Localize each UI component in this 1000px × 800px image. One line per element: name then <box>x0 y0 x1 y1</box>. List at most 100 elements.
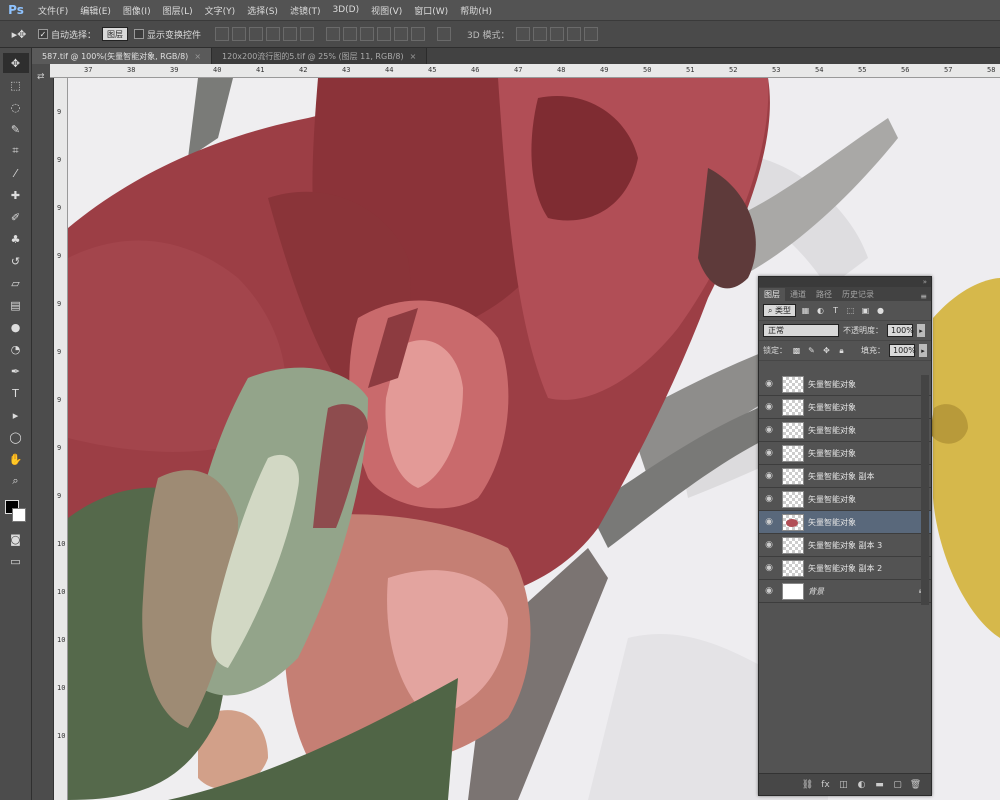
fill-slider-arrow-icon[interactable]: ▸ <box>919 344 927 357</box>
menu-filter[interactable]: 滤镜(T) <box>284 4 327 17</box>
distribute-right-icon[interactable] <box>411 27 426 41</box>
move-tool-preset-icon[interactable]: ▸✥ <box>6 24 32 44</box>
align-left-icon[interactable] <box>266 27 281 41</box>
tab-document-2[interactable]: 120x200流行图的5.tif @ 25% (图层 11, RGB/8) × <box>212 48 428 64</box>
align-bottom-icon[interactable] <box>249 27 264 41</box>
layer-row[interactable]: ◉ 矢量智能对象 副本 <box>759 465 931 488</box>
layer-row[interactable]: ◉ 矢量智能对象 <box>759 442 931 465</box>
pixel-filter-icon[interactable]: ▦ <box>800 305 811 316</box>
new-layer-icon[interactable]: ▢ <box>892 779 903 790</box>
align-vcenter-icon[interactable] <box>232 27 247 41</box>
layers-scrollbar[interactable] <box>921 375 929 605</box>
visibility-eye-icon[interactable]: ◉ <box>762 379 776 389</box>
layer-row[interactable]: ◉ 矢量智能对象 <box>759 511 931 534</box>
opacity-field[interactable]: 100% <box>887 324 914 337</box>
3d-slide-icon[interactable] <box>566 27 581 41</box>
color-swatches[interactable] <box>3 498 29 528</box>
shape-tool-icon[interactable]: ◯ <box>3 427 29 447</box>
visibility-eye-icon[interactable]: ◉ <box>762 540 776 550</box>
blend-mode-dropdown[interactable]: 正常 <box>763 324 839 337</box>
history-brush-tool-icon[interactable]: ↺ <box>3 251 29 271</box>
crop-tool-icon[interactable]: ⌗ <box>3 141 29 161</box>
dodge-tool-icon[interactable]: ◔ <box>3 339 29 359</box>
layer-row[interactable]: ◉ 矢量智能对象 <box>759 488 931 511</box>
layer-row[interactable]: ◉ 矢量智能对象 <box>759 419 931 442</box>
healing-brush-tool-icon[interactable]: ✚ <box>3 185 29 205</box>
visibility-eye-icon[interactable]: ◉ <box>762 471 776 481</box>
distribute-hcenter-icon[interactable] <box>394 27 409 41</box>
eyedropper-tool-icon[interactable]: ⁄ <box>3 163 29 183</box>
3d-drag-icon[interactable] <box>549 27 564 41</box>
filter-type-dropdown[interactable]: ⌕ 类型 <box>763 304 797 317</box>
visibility-eye-icon[interactable]: ◉ <box>762 402 776 412</box>
distribute-bottom-icon[interactable] <box>360 27 375 41</box>
marquee-tool-icon[interactable]: ⬚ <box>3 75 29 95</box>
3d-roll-icon[interactable] <box>532 27 547 41</box>
brush-tool-icon[interactable]: ✐ <box>3 207 29 227</box>
menu-layer[interactable]: 图层(L) <box>157 4 199 17</box>
menu-3d[interactable]: 3D(D) <box>326 5 365 15</box>
menu-select[interactable]: 选择(S) <box>241 4 284 17</box>
close-icon[interactable]: × <box>194 52 201 61</box>
3d-rotate-icon[interactable] <box>515 27 530 41</box>
background-color-swatch[interactable] <box>11 508 26 522</box>
close-icon[interactable]: × <box>410 52 417 61</box>
horizontal-ruler[interactable]: 37 38 39 40 41 42 43 44 45 46 47 48 49 50 51 52 53 54 55 56… <box>50 64 1000 78</box>
path-select-tool-icon[interactable]: ▸ <box>3 405 29 425</box>
move-tool-icon[interactable]: ✥ <box>2 53 29 73</box>
lock-position-icon[interactable]: ✥ <box>821 345 832 356</box>
hand-tool-icon[interactable]: ✋ <box>3 449 29 469</box>
panel-title-bar[interactable]: » <box>759 277 931 287</box>
layer-row[interactable]: ◉ 矢量智能对象 <box>759 373 931 396</box>
visibility-eye-icon[interactable]: ◉ <box>762 425 776 435</box>
new-group-icon[interactable]: ▬ <box>874 779 885 790</box>
auto-select-dropdown[interactable]: 图层 <box>102 27 129 41</box>
eraser-tool-icon[interactable]: ▱ <box>3 273 29 293</box>
clone-stamp-tool-icon[interactable]: ♣ <box>3 229 29 249</box>
tab-document-1[interactable]: 587.tif @ 100%(矢量智能对象, RGB/8) × <box>32 48 213 64</box>
menu-image[interactable]: 图像(I) <box>117 4 157 17</box>
3d-scale-icon[interactable] <box>583 27 598 41</box>
pen-tool-icon[interactable]: ✒ <box>3 361 29 381</box>
shape-filter-icon[interactable]: ⬚ <box>845 305 856 316</box>
type-tool-icon[interactable]: T <box>3 383 29 403</box>
screen-mode-icon[interactable]: ▭ <box>3 551 29 571</box>
layer-row[interactable]: ◉ 矢量智能对象 <box>759 396 931 419</box>
tab-channels[interactable]: 通道 <box>785 288 811 301</box>
distribute-top-icon[interactable] <box>326 27 341 41</box>
quick-mask-icon[interactable]: ◙ <box>3 529 29 549</box>
vertical-ruler[interactable]: 9 9 9 9 9 9 9 9 9 10 10 10 10 10 <box>54 78 68 800</box>
distribute-left-icon[interactable] <box>377 27 392 41</box>
align-right-icon[interactable] <box>300 27 315 41</box>
gradient-tool-icon[interactable]: ▤ <box>3 295 29 315</box>
blur-tool-icon[interactable]: ● <box>3 317 29 337</box>
layer-style-icon[interactable]: fx <box>820 779 831 790</box>
menu-type[interactable]: 文字(Y) <box>199 4 242 17</box>
layer-row[interactable]: ◉ 矢量智能对象 副本 3 <box>759 534 931 557</box>
lock-transparent-icon[interactable]: ▩ <box>791 345 802 356</box>
menu-help[interactable]: 帮助(H) <box>454 4 498 17</box>
visibility-eye-icon[interactable]: ◉ <box>762 517 776 527</box>
layer-row[interactable]: ◉ 矢量智能对象 副本 2 <box>759 557 931 580</box>
menu-edit[interactable]: 编辑(E) <box>74 4 117 17</box>
type-filter-icon[interactable]: T <box>830 305 841 316</box>
menu-view[interactable]: 视图(V) <box>365 4 408 17</box>
add-mask-icon[interactable]: ◫ <box>838 779 849 790</box>
zoom-tool-icon[interactable]: ⌕ <box>3 471 29 491</box>
opacity-slider-arrow-icon[interactable]: ▸ <box>917 324 925 337</box>
lock-pixels-icon[interactable]: ✎ <box>806 345 817 356</box>
tab-history[interactable]: 历史记录 <box>837 288 879 301</box>
lasso-tool-icon[interactable]: ◌ <box>3 97 29 117</box>
adjustment-layer-icon[interactable]: ◐ <box>856 779 867 790</box>
filter-toggle-icon[interactable]: ● <box>875 305 886 316</box>
align-top-icon[interactable] <box>215 27 230 41</box>
tab-paths[interactable]: 路径 <box>811 288 837 301</box>
auto-align-icon[interactable] <box>437 27 452 41</box>
show-transform-checkbox[interactable]: 显示变换控件 <box>134 28 201 41</box>
collapse-icon[interactable]: » <box>923 278 927 286</box>
align-hcenter-icon[interactable] <box>283 27 298 41</box>
tab-layers[interactable]: 图层 <box>759 288 785 301</box>
menu-window[interactable]: 窗口(W) <box>408 4 454 17</box>
auto-select-checkbox[interactable]: ✓ 自动选择： <box>38 28 96 41</box>
fill-field[interactable]: 100% <box>889 344 916 357</box>
